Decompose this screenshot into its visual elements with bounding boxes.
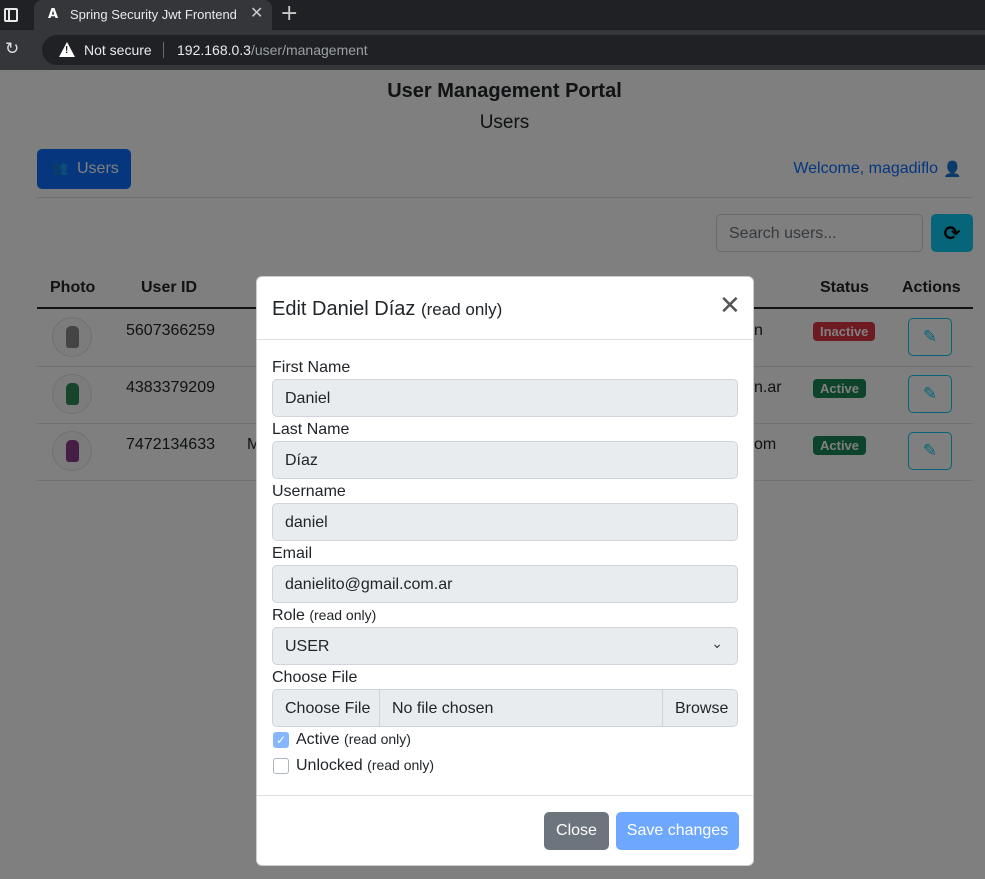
modal-header: Edit Daniel Díaz (read only) ✕	[257, 277, 753, 340]
tab-close-icon[interactable]: ✕	[250, 5, 263, 23]
close-button[interactable]: Close	[544, 812, 609, 850]
file-status: No file chosen	[392, 700, 494, 717]
modal-title-text: Edit Daniel Díaz	[272, 298, 416, 320]
modal-footer-divider	[257, 795, 753, 796]
first-name-field[interactable]: Daniel	[272, 379, 738, 417]
url-path: /user/management	[250, 42, 368, 58]
unlocked-label-suffix: (read only)	[367, 757, 435, 773]
browser-tab-bar: A Spring Security Jwt Frontend ✕ +	[0, 0, 985, 30]
reload-icon[interactable]: ↻	[5, 39, 23, 59]
active-label-suffix: (read only)	[344, 731, 411, 747]
edit-user-modal: Edit Daniel Díaz (read only) ✕ First Nam…	[256, 276, 754, 866]
email-field[interactable]: danielito@gmail.com.ar	[272, 565, 738, 603]
email-label: Email	[272, 545, 313, 562]
browser-toolbar: ↻ Not secure 192.168.0.3/user/management	[0, 30, 985, 70]
role-select[interactable]: USER ⌄	[272, 627, 738, 665]
active-checkbox[interactable]: ✓	[273, 732, 289, 748]
role-label: Role (read only)	[272, 607, 376, 625]
username-field[interactable]: daniel	[272, 503, 738, 541]
unlocked-checkbox[interactable]	[273, 758, 289, 774]
browser-tab[interactable]: A Spring Security Jwt Frontend ✕	[34, 0, 272, 30]
save-changes-button[interactable]: Save changes	[616, 812, 739, 850]
choose-file-label: Choose File	[285, 700, 371, 717]
role-label-suffix: (read only)	[309, 607, 377, 623]
active-label-text: Active	[296, 731, 340, 748]
url-separator	[163, 42, 164, 58]
browse-button[interactable]: Browse	[662, 690, 737, 726]
username-value: daniel	[285, 514, 328, 531]
url-text[interactable]: 192.168.0.3/user/management	[177, 42, 368, 58]
choose-file-button[interactable]: Choose File	[273, 690, 380, 726]
new-tab-icon[interactable]: +	[280, 3, 298, 25]
close-icon[interactable]: ✕	[719, 293, 741, 319]
modal-title: Edit Daniel Díaz (read only)	[272, 298, 502, 321]
modal-title-suffix: (read only)	[420, 300, 503, 319]
role-label-text: Role	[272, 607, 305, 624]
tab-title: Spring Security Jwt Frontend	[70, 7, 237, 22]
security-label[interactable]: Not secure	[84, 42, 152, 58]
last-name-label: Last Name	[272, 421, 350, 438]
url-host: 192.168.0.3	[177, 42, 251, 58]
warning-icon	[59, 42, 75, 57]
active-label[interactable]: Active (read only)	[296, 731, 411, 749]
browse-label: Browse	[675, 700, 729, 717]
email-value: danielito@gmail.com.ar	[285, 576, 453, 593]
username-label: Username	[272, 483, 346, 500]
file-label: Choose File	[272, 669, 358, 686]
unlocked-label-text: Unlocked	[296, 757, 363, 774]
last-name-value: Díaz	[285, 452, 318, 469]
angular-favicon-icon: A	[47, 7, 59, 22]
unlocked-label[interactable]: Unlocked (read only)	[296, 757, 434, 775]
first-name-label: First Name	[272, 359, 351, 376]
window-menu-icon[interactable]	[4, 8, 18, 22]
address-bar[interactable]: Not secure 192.168.0.3/user/management	[42, 35, 985, 65]
role-value: USER	[285, 638, 330, 655]
first-name-value: Daniel	[285, 390, 331, 407]
file-input[interactable]: Choose File No file chosen Browse	[272, 689, 738, 727]
last-name-field[interactable]: Díaz	[272, 441, 738, 479]
chevron-down-icon: ⌄	[711, 636, 723, 652]
